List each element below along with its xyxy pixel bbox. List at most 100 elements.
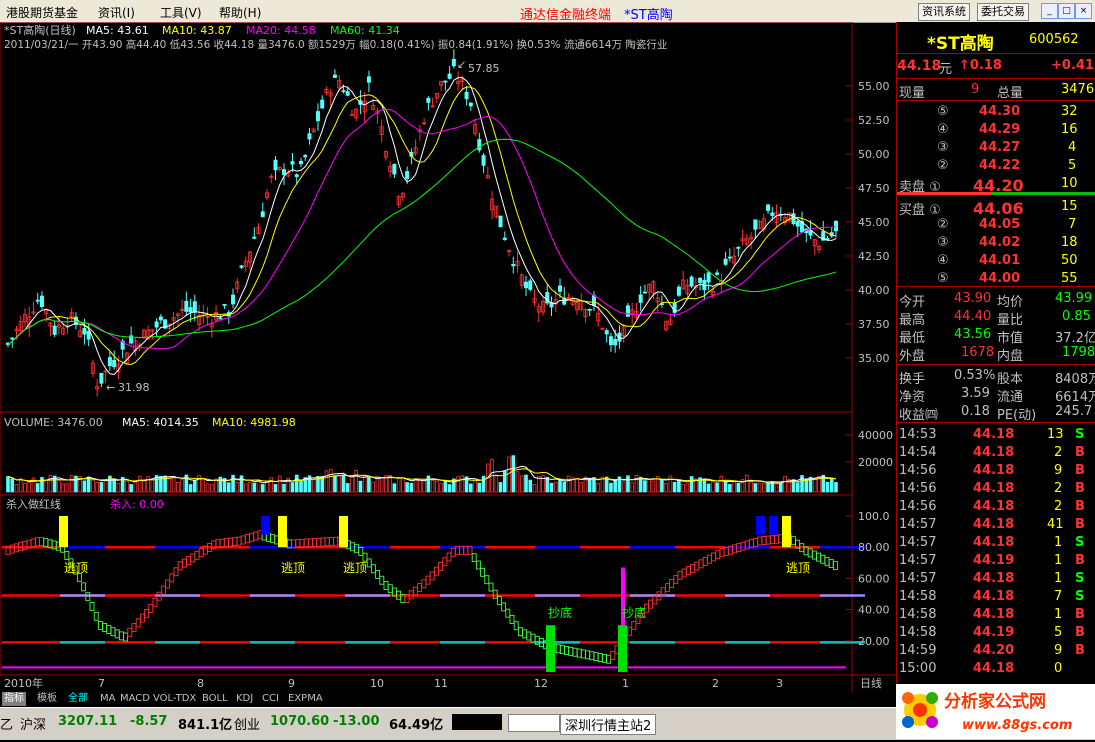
volume-bar [333,475,337,493]
volume-label: VOLUME: 3476.00 [4,416,103,429]
osc-box [421,579,427,589]
period-label[interactable]: 日线 [860,676,882,690]
osc-box [816,552,822,562]
hs-label: 沪深 [20,718,47,733]
volume-bar [362,475,367,493]
stat-value: 0.85 [1062,309,1091,324]
stat-row: 外盘 1678 内盘 1798 [897,344,1095,364]
chart-area[interactable]: 55.00 52.50 50.00 47.50 45.00 42.50 40.00 37.50… [0,21,895,692]
escape-top-bar [59,516,68,548]
candle-body [447,73,452,79]
tick-row: 14:54 44.18 2 B [897,444,1095,462]
buy-price: 44.01 [979,253,1021,268]
tab-expma[interactable]: EXPMA [288,692,323,706]
osc-box [811,550,817,560]
maximize-icon[interactable]: □ [1058,3,1075,19]
osc-box [753,537,759,547]
volume-bar [651,480,656,493]
osc-box [433,566,439,576]
alert-bar [261,516,270,535]
candle-body [52,325,57,335]
volume-bars-group [6,455,838,493]
tab-macd[interactable]: MACD [120,692,150,706]
signal-label-escape-3: 逃顶 [343,561,367,575]
tab-template[interactable]: 模板 [37,692,57,706]
volume-bar [171,476,176,493]
volume-bar [834,482,838,493]
chart-svg[interactable]: 55.00 52.50 50.00 47.50 45.00 42.50 40.00 37.50… [0,21,895,692]
osc-box [97,620,103,630]
tick-time: 14:59 [899,643,937,658]
tab-all[interactable]: 全部 [68,692,88,706]
volume-bar [643,480,647,493]
x-label-2010: 2010年 [4,676,43,690]
candle-body [481,155,486,166]
volume-bar [69,475,74,493]
volume-bar [558,479,562,493]
server-name[interactable]: 深圳行情主站2 [560,714,657,735]
menu-item-info[interactable]: 资讯(I) [98,4,135,21]
volume-bar [210,484,214,493]
trade-button[interactable]: 委托交易 [977,3,1029,21]
volume-bar [829,477,834,493]
candle-body [184,300,189,312]
tick-row: 14:58 44.18 1 B [897,606,1095,624]
osc-box [198,548,204,558]
stat-value: 43.90 [954,291,992,306]
tab-ma[interactable]: MA [100,692,115,706]
osc-box [517,627,523,637]
volume-bar [260,484,265,493]
volume-bar [621,481,626,493]
tick-row: 14:56 44.18 2 B [897,480,1095,498]
tab-indicator[interactable]: 指标 [2,692,26,706]
volume-bar [345,483,350,493]
signal-label-escape-1: 逃顶 [64,561,88,575]
alert-indicator-icon [508,714,560,732]
tab-boll[interactable]: BOLL [202,692,228,706]
osc-box [694,561,700,571]
tab-cci[interactable]: CCI [262,692,279,706]
menu-item-tools[interactable]: 工具(V) [160,4,202,21]
volume-bar [587,477,592,493]
osc-box [698,559,704,569]
close-icon[interactable]: × [1075,3,1092,19]
osc-box [160,585,166,595]
bid-ask-bar [992,192,1095,195]
hs-amount: 841.1亿 [178,718,233,733]
candle-body [82,327,87,335]
ind-tick-label: 60.00 [858,572,890,585]
volume-bar [732,480,736,493]
osc-box [249,532,255,542]
volume-bar [367,476,371,493]
now-vol: 9 [971,82,980,97]
osc-box [324,537,330,547]
info-system-button[interactable]: 资讯系统 [918,3,970,21]
sell-row: ④ 44.29 16 [897,121,1095,139]
volume-bar [205,483,210,493]
menu-item-hk[interactable]: 港股期货基金 [6,4,78,21]
osc-box [177,561,183,571]
candle-body [218,317,223,320]
x-label-7: 7 [98,677,105,690]
minimize-icon[interactable]: _ [1041,3,1058,19]
escape-top-bar [339,516,348,548]
osc-box [106,625,112,635]
volume-bar [664,482,668,493]
sell-price: 44.29 [979,122,1021,137]
candle-body [39,295,44,308]
menu-item-help[interactable]: 帮助(H) [219,4,261,21]
osc-box [307,538,313,548]
tick-volume: 1 [1054,607,1063,622]
candle-body [608,336,613,346]
x-label-2: 2 [712,677,719,690]
tick-time: 14:56 [899,481,937,496]
tab-vol-tdx[interactable]: VOL-TDX [153,692,196,706]
y-tick-label: 37.50 [858,318,890,331]
osc-box [223,538,229,548]
tick-price: 44.18 [973,517,1015,532]
osc-box [148,603,154,613]
tick-side: B [1075,517,1085,532]
tab-kdj[interactable]: KDJ [236,692,253,706]
candle-body [158,316,163,321]
volume-bar [82,480,87,493]
